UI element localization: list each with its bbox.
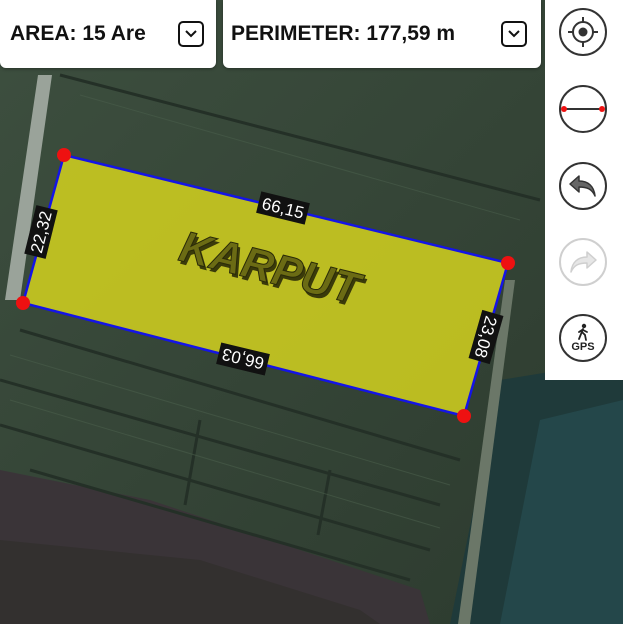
area-label: AREA: 15 Are xyxy=(10,22,146,45)
vertex-marker[interactable] xyxy=(457,409,471,423)
perimeter-card: PERIMETER: 177,59 m xyxy=(223,0,541,68)
chevron-down-icon xyxy=(508,30,520,38)
gps-button[interactable]: GPS xyxy=(559,314,607,362)
perimeter-label: PERIMETER: 177,59 m xyxy=(231,22,456,45)
satellite-map[interactable]: 66,15 66,03 22,32 23,08 KARPUT KARPUT xyxy=(0,0,623,624)
undo-icon xyxy=(569,175,596,197)
vertex-marker[interactable] xyxy=(16,296,30,310)
measure-button[interactable] xyxy=(559,85,607,133)
gps-label: GPS xyxy=(571,341,595,353)
redo-icon xyxy=(570,251,597,273)
walking-person-icon xyxy=(578,323,588,341)
crosshair-icon xyxy=(568,17,598,47)
vertex-marker[interactable] xyxy=(57,148,71,162)
redo-button[interactable] xyxy=(559,238,607,286)
area-unit-dropdown[interactable] xyxy=(178,21,204,47)
undo-button[interactable] xyxy=(559,162,607,210)
measure-line-icon xyxy=(561,106,605,112)
perimeter-unit-dropdown[interactable] xyxy=(501,21,527,47)
area-card: AREA: 15 Are xyxy=(0,0,216,68)
vertex-marker[interactable] xyxy=(501,256,515,270)
map-toolbar: GPS xyxy=(545,0,623,380)
chevron-down-icon xyxy=(185,30,197,38)
locate-button[interactable] xyxy=(559,8,607,56)
